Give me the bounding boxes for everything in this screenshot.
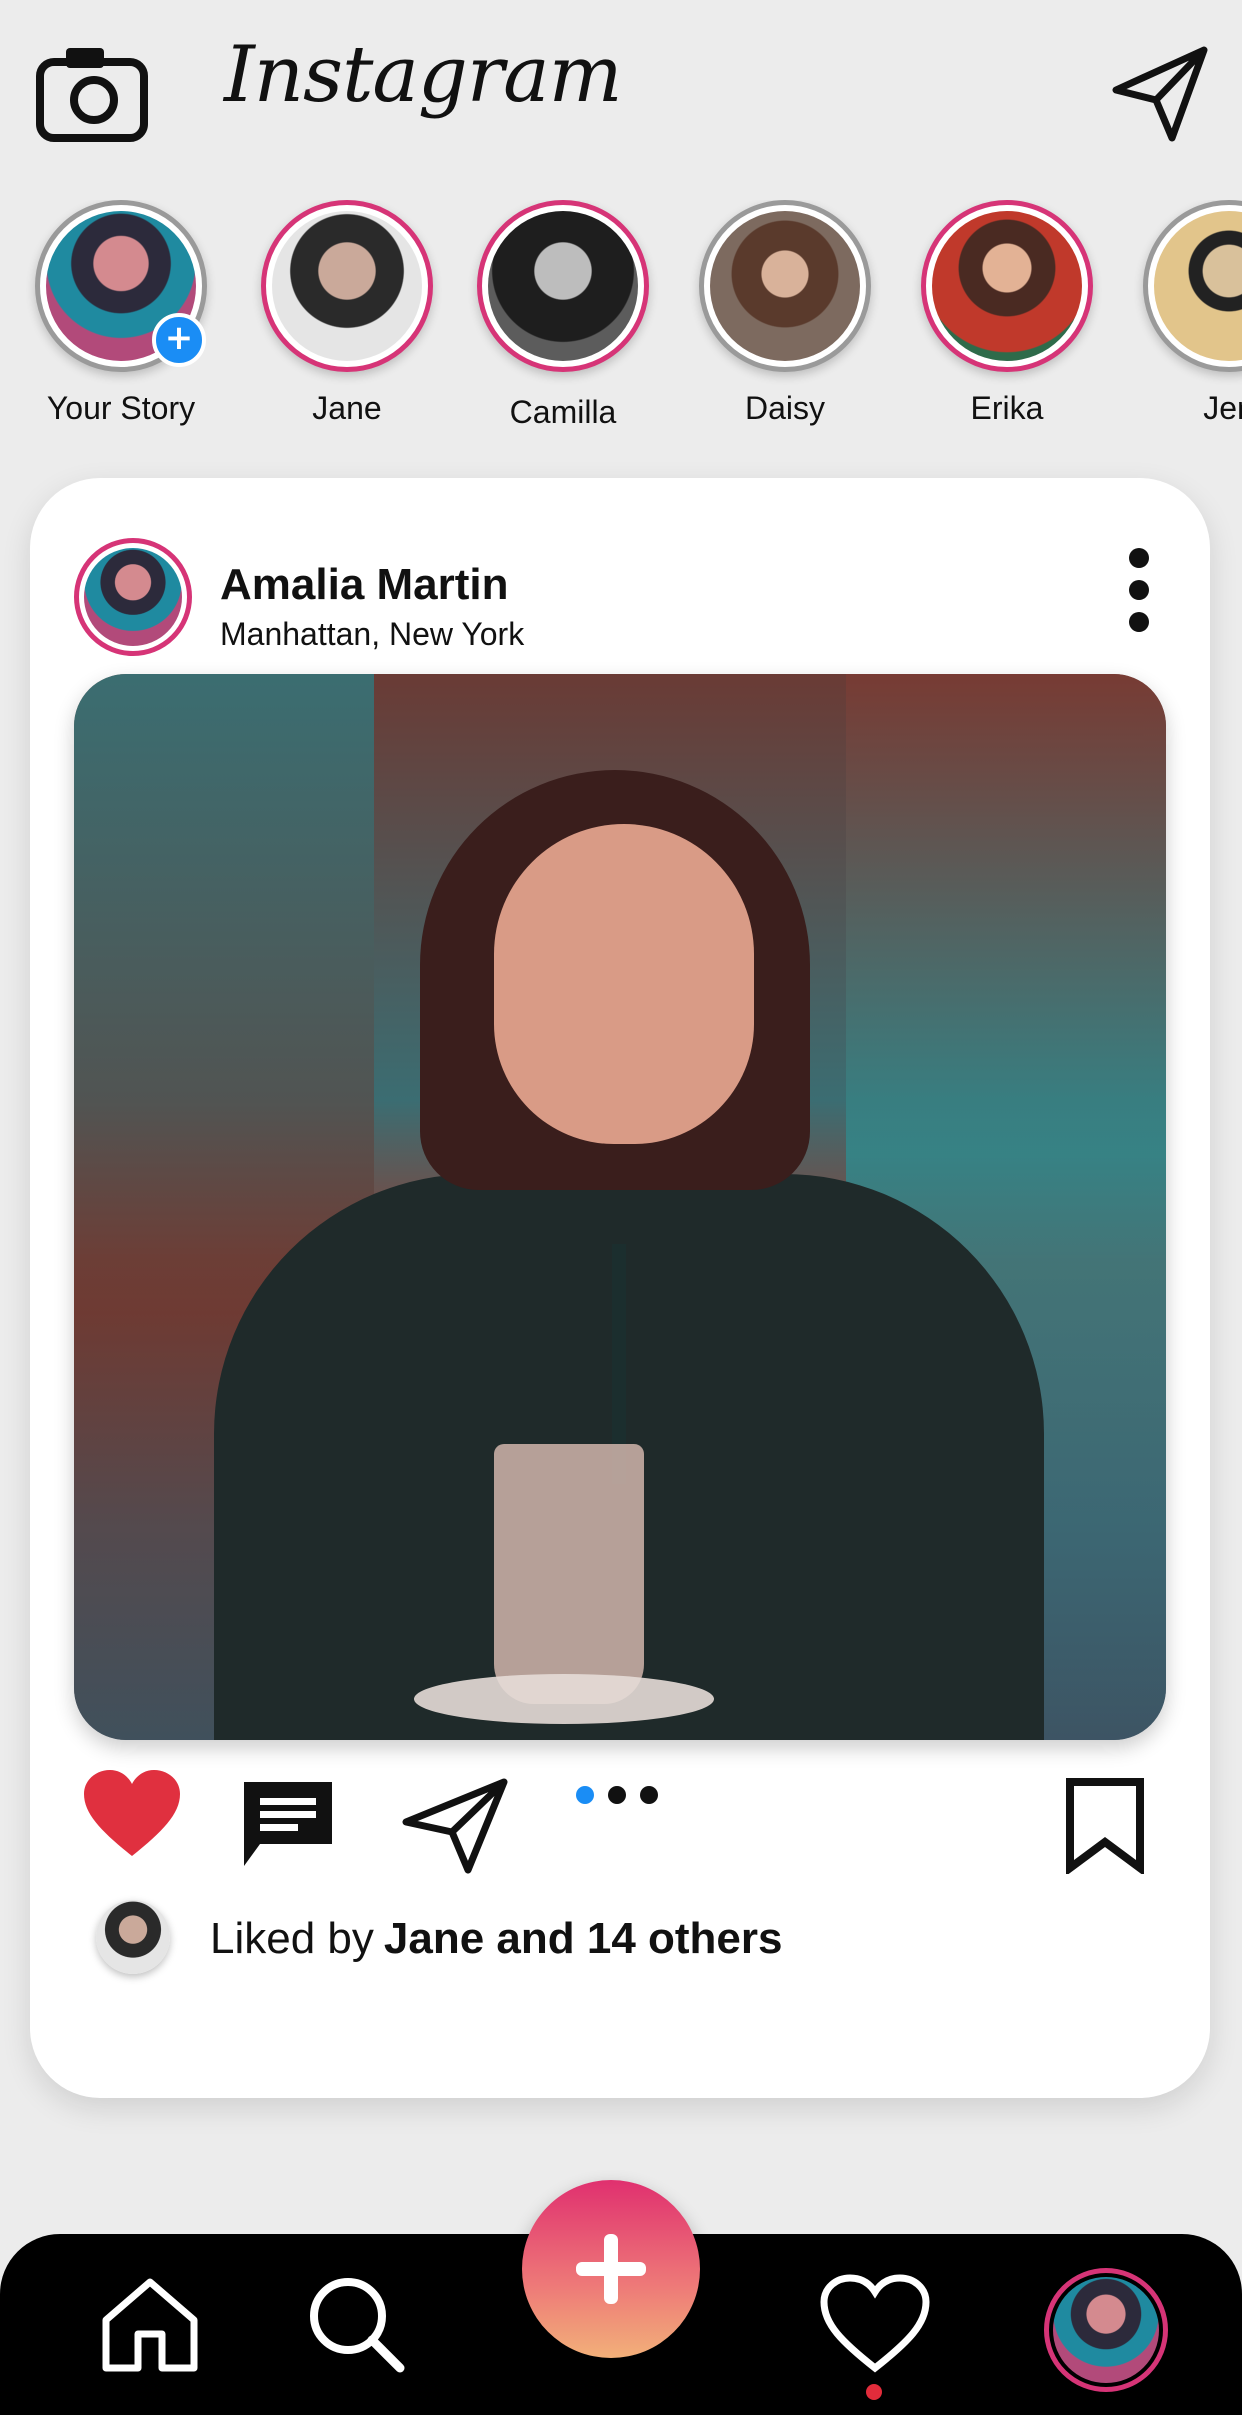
heart-outline-icon[interactable] bbox=[820, 2274, 930, 2374]
stories-bar: + Your Story Jane Camilla Daisy Erika Je… bbox=[0, 200, 1242, 460]
liked-by-text[interactable]: Liked by Jane and 14 others bbox=[210, 1914, 783, 1964]
post-image[interactable] bbox=[74, 674, 1166, 1740]
liked-by-avatar bbox=[96, 1900, 170, 1974]
avatar bbox=[932, 211, 1082, 361]
carousel-indicator bbox=[576, 1786, 676, 1806]
story-name: Erika bbox=[970, 390, 1044, 426]
story-name: Jen bbox=[1203, 390, 1242, 426]
post-location[interactable]: Manhattan, New York bbox=[220, 616, 524, 653]
add-story-icon[interactable]: + bbox=[152, 313, 206, 367]
comment-icon[interactable] bbox=[240, 1778, 336, 1870]
home-icon[interactable] bbox=[100, 2274, 200, 2374]
story-ring bbox=[921, 200, 1093, 372]
story-item[interactable]: Jane bbox=[252, 200, 442, 427]
more-vertical-icon[interactable] bbox=[1128, 548, 1150, 658]
post-card: Amalia Martin Manhattan, New York Liked … bbox=[30, 478, 1210, 2098]
story-name: Camilla bbox=[509, 394, 617, 430]
paper-plane-icon[interactable] bbox=[1110, 44, 1210, 144]
story-ring bbox=[261, 200, 433, 372]
liked-by-names: Jane and 14 others bbox=[383, 1914, 783, 1963]
liked-by-prefix: Liked by bbox=[210, 1914, 374, 1963]
story-ring: + bbox=[35, 200, 207, 372]
app-logo: Instagram bbox=[224, 30, 623, 120]
avatar bbox=[1154, 211, 1242, 361]
profile-tab-avatar[interactable] bbox=[1044, 2268, 1168, 2392]
story-name: Daisy bbox=[744, 390, 825, 426]
story-item[interactable]: Daisy bbox=[690, 200, 880, 427]
carousel-dot bbox=[640, 1786, 658, 1804]
avatar bbox=[488, 211, 638, 361]
story-name: Jane bbox=[312, 390, 382, 426]
story-ring bbox=[699, 200, 871, 372]
carousel-dot-active bbox=[576, 1786, 594, 1804]
camera-icon[interactable] bbox=[36, 44, 148, 142]
avatar bbox=[710, 211, 860, 361]
carousel-dot bbox=[608, 1786, 626, 1804]
avatar bbox=[1053, 2277, 1159, 2383]
story-item[interactable]: + Your Story bbox=[26, 200, 216, 427]
avatar bbox=[84, 548, 182, 646]
story-item[interactable]: Erika bbox=[912, 200, 1102, 427]
search-icon[interactable] bbox=[306, 2274, 406, 2374]
story-item[interactable]: Jen bbox=[1134, 200, 1242, 427]
post-author-name[interactable]: Amalia Martin bbox=[220, 560, 509, 610]
bookmark-icon[interactable] bbox=[1064, 1776, 1146, 1874]
top-bar: Instagram bbox=[0, 0, 1242, 190]
plus-icon[interactable] bbox=[522, 2180, 700, 2358]
avatar bbox=[272, 211, 422, 361]
post-author-avatar[interactable] bbox=[74, 538, 192, 656]
story-ring bbox=[477, 200, 649, 372]
story-item[interactable]: Camilla bbox=[468, 200, 658, 431]
story-ring bbox=[1143, 200, 1242, 372]
story-name: Your Story bbox=[46, 390, 196, 426]
activity-notification-dot bbox=[866, 2384, 882, 2400]
heart-filled-icon[interactable] bbox=[82, 1768, 182, 1860]
paper-plane-icon[interactable] bbox=[400, 1776, 510, 1876]
